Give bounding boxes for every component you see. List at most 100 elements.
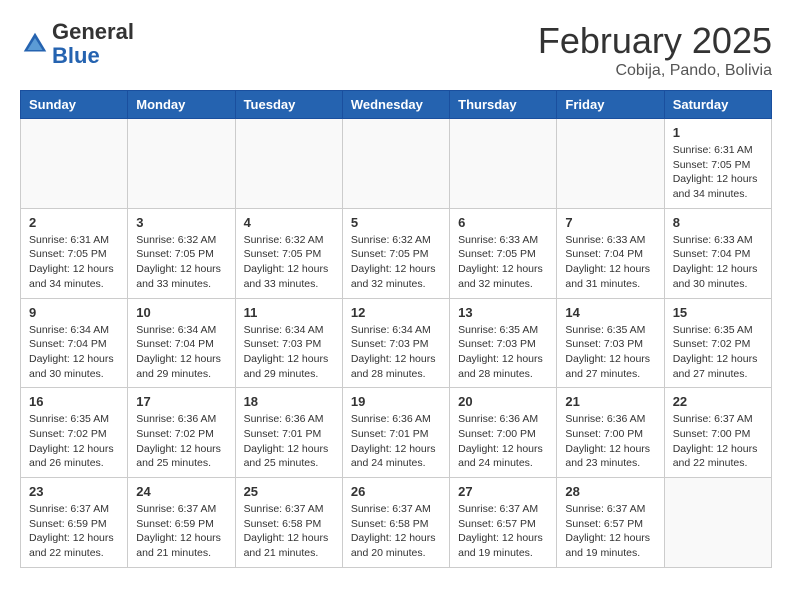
day-number: 1 [673, 125, 763, 140]
calendar-day-cell: 14 Sunrise: 6:35 AM Sunset: 7:03 PM Dayli… [557, 298, 664, 388]
calendar-day-cell [450, 119, 557, 209]
day-info: Sunrise: 6:34 AM Sunset: 7:03 PM Dayligh… [244, 323, 334, 382]
calendar-day-cell: 16 Sunrise: 6:35 AM Sunset: 7:02 PM Dayli… [21, 388, 128, 478]
calendar-day-cell: 28 Sunrise: 6:37 AM Sunset: 6:57 PM Dayli… [557, 478, 664, 568]
day-info: Sunrise: 6:32 AM Sunset: 7:05 PM Dayligh… [244, 233, 334, 292]
day-number: 12 [351, 305, 441, 320]
calendar-day-cell: 25 Sunrise: 6:37 AM Sunset: 6:58 PM Dayli… [235, 478, 342, 568]
calendar-day-cell: 3 Sunrise: 6:32 AM Sunset: 7:05 PM Daylig… [128, 208, 235, 298]
calendar-day-cell: 8 Sunrise: 6:33 AM Sunset: 7:04 PM Daylig… [664, 208, 771, 298]
calendar-day-cell: 24 Sunrise: 6:37 AM Sunset: 6:59 PM Dayli… [128, 478, 235, 568]
calendar-day-cell: 4 Sunrise: 6:32 AM Sunset: 7:05 PM Daylig… [235, 208, 342, 298]
day-number: 3 [136, 215, 226, 230]
weekday-header-tuesday: Tuesday [235, 91, 342, 119]
day-number: 5 [351, 215, 441, 230]
day-info: Sunrise: 6:34 AM Sunset: 7:04 PM Dayligh… [136, 323, 226, 382]
day-number: 24 [136, 484, 226, 499]
day-info: Sunrise: 6:36 AM Sunset: 7:01 PM Dayligh… [244, 412, 334, 471]
day-info: Sunrise: 6:36 AM Sunset: 7:02 PM Dayligh… [136, 412, 226, 471]
logo: General Blue [20, 20, 134, 68]
day-number: 26 [351, 484, 441, 499]
day-number: 25 [244, 484, 334, 499]
day-info: Sunrise: 6:33 AM Sunset: 7:04 PM Dayligh… [565, 233, 655, 292]
day-number: 27 [458, 484, 548, 499]
weekday-header-saturday: Saturday [664, 91, 771, 119]
weekday-header-sunday: Sunday [21, 91, 128, 119]
day-info: Sunrise: 6:34 AM Sunset: 7:04 PM Dayligh… [29, 323, 119, 382]
calendar-week-row: 9 Sunrise: 6:34 AM Sunset: 7:04 PM Daylig… [21, 298, 772, 388]
day-info: Sunrise: 6:37 AM Sunset: 6:59 PM Dayligh… [136, 502, 226, 561]
day-number: 20 [458, 394, 548, 409]
day-number: 10 [136, 305, 226, 320]
weekday-header-row: SundayMondayTuesdayWednesdayThursdayFrid… [21, 91, 772, 119]
calendar-day-cell: 19 Sunrise: 6:36 AM Sunset: 7:01 PM Dayli… [342, 388, 449, 478]
day-number: 14 [565, 305, 655, 320]
calendar-day-cell: 5 Sunrise: 6:32 AM Sunset: 7:05 PM Daylig… [342, 208, 449, 298]
day-info: Sunrise: 6:36 AM Sunset: 7:00 PM Dayligh… [565, 412, 655, 471]
day-info: Sunrise: 6:37 AM Sunset: 6:58 PM Dayligh… [351, 502, 441, 561]
day-info: Sunrise: 6:33 AM Sunset: 7:04 PM Dayligh… [673, 233, 763, 292]
day-info: Sunrise: 6:37 AM Sunset: 6:57 PM Dayligh… [458, 502, 548, 561]
day-number: 9 [29, 305, 119, 320]
calendar-day-cell: 21 Sunrise: 6:36 AM Sunset: 7:00 PM Dayli… [557, 388, 664, 478]
day-number: 18 [244, 394, 334, 409]
calendar-day-cell: 20 Sunrise: 6:36 AM Sunset: 7:00 PM Dayli… [450, 388, 557, 478]
weekday-header-monday: Monday [128, 91, 235, 119]
location: Cobija, Pando, Bolivia [538, 62, 772, 80]
calendar-day-cell: 11Sunrise: 6:34 AM Sunset: 7:03 PM Dayli… [235, 298, 342, 388]
calendar-day-cell: 27 Sunrise: 6:37 AM Sunset: 6:57 PM Dayli… [450, 478, 557, 568]
day-number: 2 [29, 215, 119, 230]
calendar-day-cell: 22 Sunrise: 6:37 AM Sunset: 7:00 PM Dayli… [664, 388, 771, 478]
day-number: 28 [565, 484, 655, 499]
day-number: 17 [136, 394, 226, 409]
day-number: 7 [565, 215, 655, 230]
calendar-day-cell: 12 Sunrise: 6:34 AM Sunset: 7:03 PM Dayli… [342, 298, 449, 388]
calendar-day-cell [128, 119, 235, 209]
calendar-day-cell: 9 Sunrise: 6:34 AM Sunset: 7:04 PM Daylig… [21, 298, 128, 388]
day-info: Sunrise: 6:37 AM Sunset: 7:00 PM Dayligh… [673, 412, 763, 471]
day-info: Sunrise: 6:37 AM Sunset: 6:59 PM Dayligh… [29, 502, 119, 561]
day-info: Sunrise: 6:32 AM Sunset: 7:05 PM Dayligh… [136, 233, 226, 292]
day-number: 22 [673, 394, 763, 409]
calendar-day-cell [21, 119, 128, 209]
calendar-day-cell: 6 Sunrise: 6:33 AM Sunset: 7:05 PM Daylig… [450, 208, 557, 298]
calendar-day-cell [235, 119, 342, 209]
logo-general-text: General [52, 19, 134, 44]
calendar-day-cell: 2 Sunrise: 6:31 AM Sunset: 7:05 PM Daylig… [21, 208, 128, 298]
day-number: 15 [673, 305, 763, 320]
day-info: Sunrise: 6:37 AM Sunset: 6:57 PM Dayligh… [565, 502, 655, 561]
calendar-day-cell: 13 Sunrise: 6:35 AM Sunset: 7:03 PM Dayli… [450, 298, 557, 388]
day-info: Sunrise: 6:31 AM Sunset: 7:05 PM Dayligh… [29, 233, 119, 292]
day-info: Sunrise: 6:32 AM Sunset: 7:05 PM Dayligh… [351, 233, 441, 292]
calendar-day-cell: 17 Sunrise: 6:36 AM Sunset: 7:02 PM Dayli… [128, 388, 235, 478]
day-number: 13 [458, 305, 548, 320]
day-number: 19 [351, 394, 441, 409]
calendar-day-cell: 1Sunrise: 6:31 AM Sunset: 7:05 PM Daylig… [664, 119, 771, 209]
day-number: 4 [244, 215, 334, 230]
page-header: General Blue February 2025 Cobija, Pando… [20, 20, 772, 80]
day-info: Sunrise: 6:33 AM Sunset: 7:05 PM Dayligh… [458, 233, 548, 292]
calendar-day-cell: 26 Sunrise: 6:37 AM Sunset: 6:58 PM Dayli… [342, 478, 449, 568]
day-info: Sunrise: 6:35 AM Sunset: 7:02 PM Dayligh… [673, 323, 763, 382]
day-info: Sunrise: 6:35 AM Sunset: 7:03 PM Dayligh… [565, 323, 655, 382]
logo-blue-text: Blue [52, 43, 100, 68]
day-number: 8 [673, 215, 763, 230]
calendar-day-cell: 18 Sunrise: 6:36 AM Sunset: 7:01 PM Dayli… [235, 388, 342, 478]
calendar-week-row: 16 Sunrise: 6:35 AM Sunset: 7:02 PM Dayli… [21, 388, 772, 478]
calendar-day-cell: 10 Sunrise: 6:34 AM Sunset: 7:04 PM Dayli… [128, 298, 235, 388]
day-info: Sunrise: 6:35 AM Sunset: 7:02 PM Dayligh… [29, 412, 119, 471]
calendar-week-row: 1Sunrise: 6:31 AM Sunset: 7:05 PM Daylig… [21, 119, 772, 209]
day-number: 21 [565, 394, 655, 409]
calendar-week-row: 2 Sunrise: 6:31 AM Sunset: 7:05 PM Daylig… [21, 208, 772, 298]
calendar-day-cell [664, 478, 771, 568]
day-number: 6 [458, 215, 548, 230]
day-number: 16 [29, 394, 119, 409]
day-info: Sunrise: 6:36 AM Sunset: 7:00 PM Dayligh… [458, 412, 548, 471]
day-info: Sunrise: 6:37 AM Sunset: 6:58 PM Dayligh… [244, 502, 334, 561]
day-number: 23 [29, 484, 119, 499]
day-info: Sunrise: 6:34 AM Sunset: 7:03 PM Dayligh… [351, 323, 441, 382]
day-info: Sunrise: 6:35 AM Sunset: 7:03 PM Dayligh… [458, 323, 548, 382]
day-info: Sunrise: 6:36 AM Sunset: 7:01 PM Dayligh… [351, 412, 441, 471]
calendar-day-cell: 7 Sunrise: 6:33 AM Sunset: 7:04 PM Daylig… [557, 208, 664, 298]
calendar-day-cell [557, 119, 664, 209]
